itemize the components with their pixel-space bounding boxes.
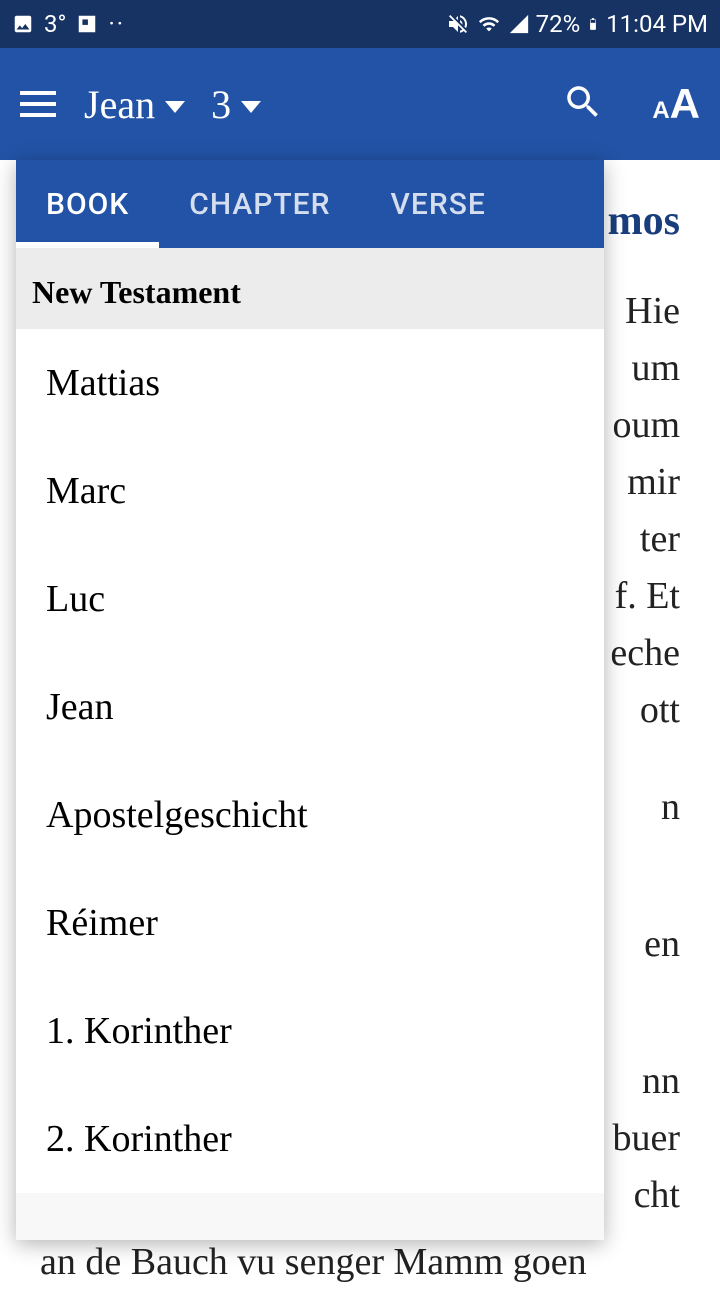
tab-book[interactable]: BOOK [16,160,159,248]
wifi-icon [476,13,502,35]
tab-chapter[interactable]: CHAPTER [159,160,360,248]
list-item[interactable]: Réimer [16,869,604,977]
clock: 11:04 PM [606,10,708,38]
section-header: New Testament [16,248,604,329]
picker-panel: BOOK CHAPTER VERSE New Testament Mattias… [16,160,604,1240]
list-item[interactable]: 2. Korinther [16,1085,604,1193]
mute-icon [446,12,470,36]
list-item[interactable]: Apostelgeschicht [16,761,604,869]
app-bar: Jean 3 AA [0,48,720,160]
status-left: 3° ·· [12,10,125,38]
battery-percent: 72% [536,10,581,38]
book-list: Mattias Marc Luc Jean Apostelgeschicht R… [16,329,604,1193]
chevron-down-icon [165,101,185,113]
search-icon[interactable] [562,81,604,128]
battery-icon [586,12,600,36]
chevron-down-icon [241,101,261,113]
list-item[interactable]: Mattias [16,329,604,437]
list-item[interactable]: Luc [16,545,604,653]
more-dots: ·· [108,10,125,38]
status-right: 72% 11:04 PM [446,10,708,38]
picker-tabs: BOOK CHAPTER VERSE [16,160,604,248]
temperature: 3° [44,10,66,38]
book-selector[interactable]: Jean [84,81,185,128]
list-item[interactable]: Marc [16,437,604,545]
flipboard-icon [76,13,98,35]
tab-verse[interactable]: VERSE [361,160,516,248]
list-item[interactable]: 1. Korinther [16,977,604,1085]
book-selector-label: Jean [84,81,155,128]
app-bar-actions: AA [562,80,700,128]
signal-icon [508,13,530,35]
menu-icon[interactable] [20,91,56,117]
status-bar: 3° ·· 72% 11:04 PM [0,0,720,48]
chapter-selector-label: 3 [211,81,231,128]
font-size-icon[interactable]: AA [652,80,700,128]
list-item[interactable]: Jean [16,653,604,761]
chapter-selector[interactable]: 3 [211,81,261,128]
image-icon [12,13,34,35]
